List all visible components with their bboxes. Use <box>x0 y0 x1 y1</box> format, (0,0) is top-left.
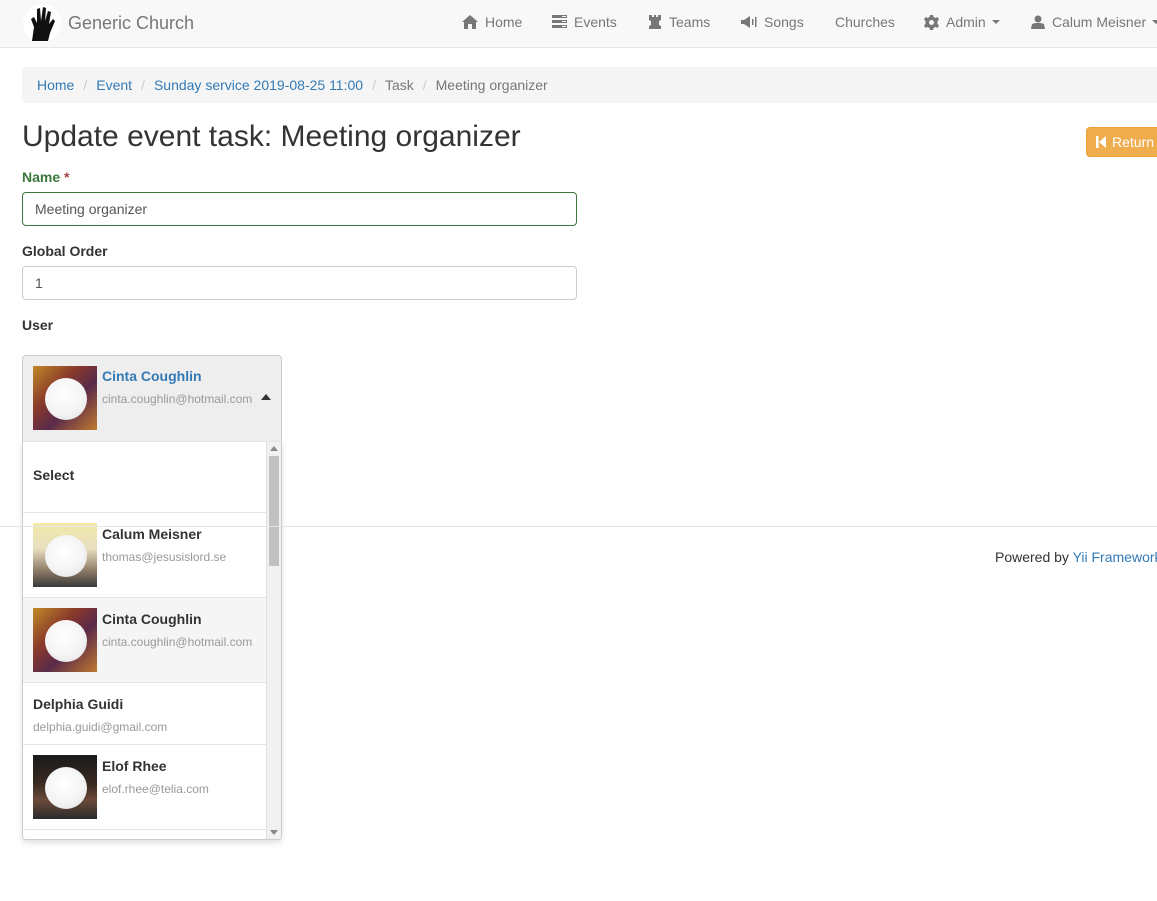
breadcrumb-separator: / <box>422 77 427 93</box>
name-input[interactable]: Meeting organizer <box>22 192 577 226</box>
list-item[interactable]: Delphia Guidi delphia.guidi@gmail.com <box>23 683 266 745</box>
dropdown-scrollbar[interactable] <box>266 442 281 839</box>
powered-by-text: Powered by <box>995 549 1069 565</box>
framework-link[interactable]: Yii Framework <box>1073 549 1157 565</box>
nav-events[interactable]: Events <box>552 0 617 44</box>
nav-churches-label: Churches <box>835 14 895 30</box>
navbar: Generic Church Home Events Teams Songs C… <box>0 0 1157 48</box>
name-label-text: Name <box>22 169 61 185</box>
option-name: Calum Meisner <box>102 526 202 542</box>
footer-credit: Powered by Yii Framework <box>995 549 1157 565</box>
brand-name: Generic Church <box>68 12 195 33</box>
option-name: Elof Rhee <box>102 758 167 774</box>
breadcrumb-event[interactable]: Event <box>96 77 132 93</box>
name-label: Name * <box>22 169 69 185</box>
global-order-input[interactable]: 1 <box>22 266 577 300</box>
dropdown-placeholder-option[interactable]: Select <box>23 442 266 513</box>
home-icon <box>462 15 478 29</box>
option-name: Delphia Guidi <box>33 696 124 712</box>
collapse-arrow-icon[interactable] <box>261 394 271 400</box>
list-item[interactable]: Cinta Coughlin cinta.coughlin@hotmail.co… <box>23 598 266 683</box>
option-name: Cinta Coughlin <box>102 611 202 627</box>
required-marker: * <box>64 169 70 185</box>
nav-songs[interactable]: Songs <box>741 0 804 44</box>
breadcrumb-separator: / <box>141 77 145 93</box>
nav-home-label: Home <box>485 14 523 30</box>
nav-user-menu[interactable]: Calum Meisner <box>1031 0 1157 44</box>
user-icon <box>1031 15 1045 29</box>
return-label: Return <box>1112 134 1155 150</box>
user-dropdown-list[interactable]: Select Calum Meisner thomas@jesusislord.… <box>22 441 282 840</box>
footer-divider <box>0 526 1157 527</box>
avatar <box>33 523 97 587</box>
avatar-face <box>45 620 87 662</box>
scrollbar-thumb[interactable] <box>269 456 279 566</box>
option-email: elof.rhee@telia.com <box>102 782 209 796</box>
option-email: delphia.guidi@gmail.com <box>33 720 168 734</box>
page-title: Update event task: Meeting organizer <box>22 120 521 153</box>
tasks-icon <box>552 15 567 28</box>
global-order-value: 1 <box>35 275 43 291</box>
avatar-face <box>45 535 87 577</box>
avatar-face <box>45 378 87 420</box>
user-label: User <box>22 317 54 333</box>
return-button[interactable]: Return <box>1086 127 1157 157</box>
step-backward-icon <box>1096 136 1106 148</box>
bullhorn-icon <box>741 16 757 28</box>
breadcrumb-service[interactable]: Sunday service 2019-08-25 11:00 <box>154 77 363 93</box>
nav-churches[interactable]: Churches <box>835 0 895 44</box>
breadcrumb-current: Meeting organizer <box>435 77 548 93</box>
breadcrumb-separator: / <box>83 77 88 93</box>
placeholder-label: Select <box>33 467 75 483</box>
brand[interactable]: Generic Church <box>22 2 194 44</box>
list-item[interactable]: Elof Rhee elof.rhee@telia.com <box>23 745 266 830</box>
rook-icon <box>649 15 661 29</box>
avatar <box>33 608 97 672</box>
avatar <box>33 755 97 819</box>
option-email: cinta.coughlin@hotmail.com <box>102 635 253 649</box>
nav-songs-label: Songs <box>764 14 804 30</box>
avatar <box>33 366 97 430</box>
scroll-down-icon[interactable] <box>270 830 278 835</box>
caret-down-icon <box>991 20 1000 24</box>
praying-hand-logo <box>23 4 61 42</box>
caret-down-icon <box>1152 20 1157 24</box>
user-select[interactable]: Cinta Coughlin cinta.coughlin@hotmail.co… <box>22 355 282 441</box>
name-input-value: Meeting organizer <box>35 201 148 217</box>
nav-admin-label: Admin <box>946 14 986 30</box>
nav-user-label: Calum Meisner <box>1052 14 1147 30</box>
scroll-up-icon[interactable] <box>270 446 278 451</box>
nav-events-label: Events <box>574 14 617 30</box>
breadcrumb: Home / Event / Sunday service 2019-08-25… <box>22 67 1157 103</box>
option-email: thomas@jesusislord.se <box>102 550 227 564</box>
selected-user-name: Cinta Coughlin <box>102 368 202 384</box>
gear-icon <box>924 14 939 30</box>
avatar-face <box>45 767 87 809</box>
breadcrumb-home[interactable]: Home <box>37 77 74 93</box>
nav-admin[interactable]: Admin <box>924 0 1000 44</box>
breadcrumb-separator: / <box>372 77 376 93</box>
nav-teams-label: Teams <box>669 14 711 30</box>
nav-teams[interactable]: Teams <box>648 0 710 44</box>
global-order-label: Global Order <box>22 243 108 259</box>
selected-user-email: cinta.coughlin@hotmail.com <box>102 392 253 406</box>
nav-home[interactable]: Home <box>462 0 522 44</box>
breadcrumb-task: Task <box>384 77 414 93</box>
